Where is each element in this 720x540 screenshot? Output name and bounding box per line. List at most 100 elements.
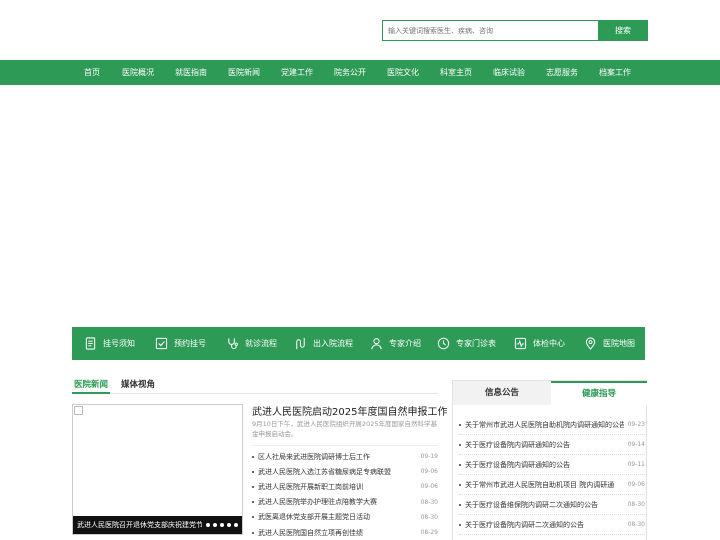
quick-link-experts[interactable]: 专家介绍 xyxy=(370,327,421,360)
news-item-title: 武进人民医院举办护理驻点陪教学大赛 xyxy=(258,498,377,507)
nav-item-trials[interactable]: 临床试验 xyxy=(493,60,525,85)
search-button[interactable]: 搜索 xyxy=(598,20,648,41)
stethoscope-icon xyxy=(228,338,238,350)
news-item-date: 09-06 xyxy=(420,483,438,491)
nav-item-culture[interactable]: 医院文化 xyxy=(387,60,419,85)
notice-item-date: 09-23 xyxy=(627,421,645,428)
search-input[interactable] xyxy=(382,20,598,41)
quick-link-admission-process[interactable]: 出入院流程 xyxy=(294,327,353,360)
news-list: 区人社局来武进医院调研博士后工作 09-19 武进人民医院入选江苏省糖尿病足专病联… xyxy=(252,449,438,540)
quick-link-appointment[interactable]: 预约挂号 xyxy=(155,327,206,360)
nav-item-home[interactable]: 首页 xyxy=(84,60,100,85)
headline-news-summary: 9月10日下午，武进人民医院组织开展2025年度国家自然科学基金申报启动会。 xyxy=(252,420,437,438)
notice-item-title: 关于医疗设备院内调研二次通知的公告 xyxy=(465,520,584,529)
nav-item-guide[interactable]: 就医指南 xyxy=(175,60,207,85)
news-slideshow[interactable]: 武进人民医院召开退休党支部庆祝建党节主题党日活动 xyxy=(72,404,243,535)
notice-item-date: 08-30 xyxy=(627,521,645,528)
quick-link-label: 预约挂号 xyxy=(174,339,206,348)
slideshow-dot[interactable] xyxy=(206,523,210,527)
bullet xyxy=(459,463,461,466)
bullet xyxy=(252,516,254,519)
quick-link-label: 挂号须知 xyxy=(103,339,135,348)
news-item-title: 武进人民医院国自然立项再创佳绩 xyxy=(258,528,363,537)
notice-item-date: 09-11 xyxy=(627,461,645,468)
tab-media-view[interactable]: 媒体视角 xyxy=(121,378,155,390)
broken-image-icon xyxy=(74,406,83,415)
notice-panel: 信息公告 健康指导 关于常州市武进人民医院自助机院内调研通知的公告 09-23 关… xyxy=(452,380,647,540)
slideshow-pagination xyxy=(206,523,238,527)
notice-item-date: 08-30 xyxy=(627,501,645,508)
tab-info-notice[interactable]: 信息公告 xyxy=(453,381,551,405)
notice-item-title: 关于医疗设备维保院内调研二次通知的公告 xyxy=(465,500,598,509)
bullet xyxy=(459,503,461,506)
nav-item-news[interactable]: 医院新闻 xyxy=(228,60,260,85)
bullet xyxy=(459,443,461,446)
slideshow-dot[interactable] xyxy=(213,523,217,527)
list-item[interactable]: 关于医疗设备维保院内调研二次通知的公告 08-30 xyxy=(459,495,645,515)
news-item-date: 09-19 xyxy=(420,453,438,461)
checkbox-icon xyxy=(155,337,168,350)
pulse-icon xyxy=(514,337,527,350)
notice-item-date: 09-06 xyxy=(627,481,645,488)
quick-link-hospital-map[interactable]: 医院地图 xyxy=(584,327,635,360)
map-pin-icon xyxy=(585,337,596,350)
tab-hospital-news[interactable]: 医院新闻 xyxy=(74,378,108,390)
list-item[interactable]: 关于医疗设备院内调研通知的公告 09-11 xyxy=(459,455,645,475)
list-item[interactable]: 武进人民医院入选江苏省糖尿病足专病联盟 09-06 xyxy=(252,464,438,479)
list-item[interactable]: 关于医疗设备院内调研通知的公告 09-14 xyxy=(459,435,645,455)
nav-item-archive[interactable]: 档案工作 xyxy=(599,60,631,85)
slideshow-caption[interactable]: 武进人民医院召开退休党支部庆祝建党节主题党日活动 xyxy=(77,520,202,530)
headline-news-title[interactable]: 武进人民医院启动2025年度国自然申报工作 xyxy=(252,403,447,418)
main-nav: 首页 医院概况 就医指南 医院新闻 党建工作 院务公开 医院文化 科室主页 临床… xyxy=(0,60,720,85)
quick-link-visit-process[interactable]: 就诊流程 xyxy=(226,327,277,360)
nav-item-volunteer[interactable]: 志愿服务 xyxy=(546,60,578,85)
list-item[interactable]: 武进人民医院举办护理驻点陪教学大赛 08-30 xyxy=(252,495,438,510)
slideshow-dot[interactable] xyxy=(227,523,231,527)
notice-list: 关于常州市武进人民医院自助机院内调研通知的公告 09-23 关于医疗设备院内调研通… xyxy=(459,415,645,535)
tabs-divider xyxy=(72,393,438,394)
news-item-title: 武进人民医院开展新职工岗前培训 xyxy=(258,482,363,491)
quick-link-label: 就诊流程 xyxy=(245,339,277,348)
quick-links-bar: 挂号须知 预约挂号 就诊流程 出入院流程 专家介绍 专家门诊表 体检中心 医院地… xyxy=(72,327,645,360)
news-item-title: 武进人民医院入选江苏省糖尿病足专病联盟 xyxy=(258,467,391,476)
nav-item-departments[interactable]: 科室主页 xyxy=(440,60,472,85)
notice-item-title: 关于医疗设备院内调研通知的公告 xyxy=(465,460,570,469)
nav-item-affairs[interactable]: 院务公开 xyxy=(334,60,366,85)
news-item-title: 武医离退休党支部开展主题党日活动 xyxy=(258,513,370,522)
list-item[interactable]: 区人社局来武进医院调研博士后工作 09-19 xyxy=(252,449,438,464)
route-icon xyxy=(296,337,305,350)
active-tab-indicator xyxy=(72,392,110,394)
quick-link-clinic-schedule[interactable]: 专家门诊表 xyxy=(437,327,496,360)
bullet xyxy=(459,423,461,426)
news-item-date: 08-29 xyxy=(420,529,438,537)
list-item[interactable]: 关于常州市武进人民医院自助机院内调研通知的公告 09-23 xyxy=(459,415,645,435)
document-icon xyxy=(85,337,96,350)
list-item[interactable]: 武医离退休党支部开展主题党日活动 08-30 xyxy=(252,510,438,525)
slideshow-dot[interactable] xyxy=(220,523,224,527)
tab-health-guide[interactable]: 健康指导 xyxy=(551,381,647,405)
nav-item-party[interactable]: 党建工作 xyxy=(281,60,313,85)
notice-item-date: 09-14 xyxy=(627,441,645,448)
nav-item-overview[interactable]: 医院概况 xyxy=(122,60,154,85)
person-icon xyxy=(371,338,382,350)
slideshow-caption-bar: 武进人民医院召开退休党支部庆祝建党节主题党日活动 xyxy=(73,516,242,534)
clock-icon xyxy=(437,337,450,350)
notice-item-title: 关于常州市武进人民医院自助机项目 院内调研通 xyxy=(465,480,615,489)
bullet xyxy=(252,531,254,534)
list-item[interactable]: 关于常州市武进人民医院自助机项目 院内调研通 09-06 xyxy=(459,475,645,495)
bullet xyxy=(459,483,461,486)
quick-link-registration-notice[interactable]: 挂号须知 xyxy=(84,327,135,360)
news-item-date: 08-30 xyxy=(420,498,438,506)
list-item[interactable]: 武进人民医院开展新职工岗前培训 09-06 xyxy=(252,479,438,494)
list-item[interactable]: 武进人民医院国自然立项再创佳绩 08-29 xyxy=(252,525,438,540)
slideshow-dot[interactable] xyxy=(234,523,238,527)
quick-link-label: 出入院流程 xyxy=(313,339,353,348)
quick-link-checkup-center[interactable]: 体检中心 xyxy=(514,327,565,360)
search-bar: 搜索 xyxy=(382,20,648,41)
headline-divider xyxy=(252,445,438,446)
bullet xyxy=(252,501,254,504)
quick-link-label: 专家门诊表 xyxy=(456,339,496,348)
news-item-date: 08-30 xyxy=(420,513,438,521)
list-item[interactable]: 关于医疗设备院内调研二次通知的公告 08-30 xyxy=(459,515,645,535)
bullet xyxy=(459,523,461,526)
